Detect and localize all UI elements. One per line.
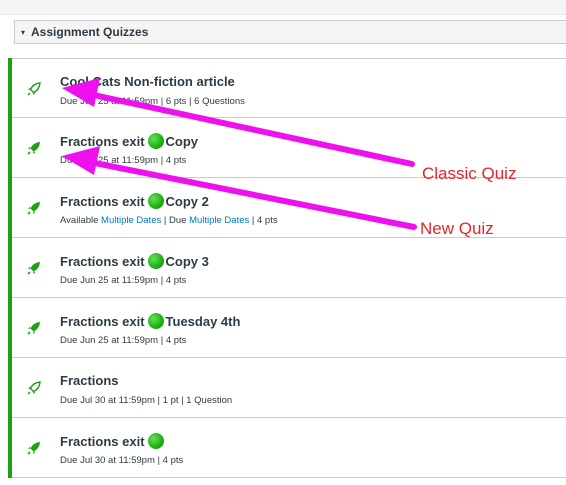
quiz-row[interactable]: Cool Cats Non-fiction article Due Jun 25 … — [12, 58, 566, 118]
green-circle-emoji-icon — [147, 193, 164, 209]
rocket-solid-icon — [26, 440, 42, 456]
rocket-solid-icon — [26, 260, 42, 276]
quiz-title-text: Fractions exit — [60, 193, 145, 209]
quiz-title-link[interactable]: Fractions exit Copy 3 — [60, 253, 209, 269]
quiz-meta-text: 4 pts — [165, 155, 187, 166]
quiz-title-link[interactable]: Fractions exit — [60, 433, 166, 449]
quiz-meta-text: Due Jul 30 at 11:59pm — [60, 455, 155, 466]
quiz-meta: Due Jun 25 at 11:59pm | 4 pts — [60, 335, 186, 346]
quiz-title-suffix: Copy 2 — [165, 193, 209, 209]
quiz-title-text: Fractions exit — [60, 133, 145, 149]
multiple-dates-link[interactable]: Multiple Dates — [101, 215, 161, 226]
collapse-toggle-icon[interactable]: ▾ — [21, 28, 25, 37]
quiz-meta-text: 6 Questions — [194, 96, 245, 107]
quiz-meta-text: Due Jul 30 at 11:59pm — [60, 395, 155, 406]
quiz-meta-text: | 4 pts — [249, 215, 278, 226]
quiz-row[interactable]: Fractions exit Tuesday 4th Due Jun 25 at 1… — [12, 298, 566, 358]
assignment-group-header[interactable]: ▾ Assignment Quizzes — [14, 20, 566, 44]
multiple-dates-link[interactable]: Multiple Dates — [189, 215, 249, 226]
quiz-meta-text: | — [158, 155, 166, 166]
rocket-solid-icon — [26, 200, 42, 216]
quiz-meta-text: Due Jun 25 at 11:59pm — [60, 96, 159, 107]
quiz-meta: Due Jul 30 at 11:59pm | 1 pt | 1 Questio… — [60, 395, 232, 406]
new-quiz-callout: New Quiz — [420, 219, 494, 238]
quiz-meta-text: | — [186, 96, 195, 107]
quiz-meta: Due Jun 25 at 11:59pm | 4 pts — [60, 155, 186, 166]
quiz-meta-text: | — [154, 455, 163, 466]
quiz-meta-text: 1 Question — [186, 395, 233, 406]
quiz-title-suffix: Copy 3 — [165, 253, 209, 269]
quiz-meta: Available Multiple Dates | Due Multiple … — [60, 215, 278, 226]
quiz-meta-text: 1 pt — [162, 395, 179, 406]
green-circle-emoji-icon — [147, 133, 164, 149]
quiz-title-text: Fractions — [60, 373, 119, 388]
quiz-title-text: Fractions exit — [60, 433, 145, 449]
quiz-meta-text: | — [158, 96, 166, 107]
quiz-meta-text: 4 pts — [165, 335, 187, 346]
quiz-meta-text: Due Jun 25 at 11:59pm — [60, 335, 159, 346]
quiz-row[interactable]: Fractions exit Due Jul 30 at 11:59pm | 4 … — [12, 418, 566, 478]
quiz-title-suffix: Copy — [165, 133, 199, 149]
quiz-meta-text: 4 pts — [165, 275, 187, 286]
quiz-title-text: Cool Cats Non-fiction article — [60, 74, 235, 89]
quiz-meta: Due Jun 25 at 11:59pm | 4 pts — [60, 275, 186, 286]
quiz-meta-text: Due Jun 25 at 11:59pm — [60, 275, 159, 286]
quiz-meta: Due Jun 25 at 11:59pm | 6 pts | 6 Questi… — [60, 96, 245, 107]
green-circle-emoji-icon — [147, 253, 164, 269]
top-toolbar-strip — [0, 0, 566, 15]
quiz-meta-text: 6 pts — [165, 96, 187, 107]
quiz-title-link[interactable]: Fractions exit Copy — [60, 133, 198, 149]
quiz-meta-text: 4 pts — [162, 455, 184, 466]
quiz-title-link[interactable]: Fractions — [60, 373, 119, 388]
rocket-solid-icon — [26, 140, 42, 156]
quiz-meta-text: | — [154, 395, 163, 406]
quiz-list: Cool Cats Non-fiction article Due Jun 25 … — [8, 58, 566, 478]
quiz-row[interactable]: Fractions Due Jul 30 at 11:59pm | 1 pt | … — [12, 358, 566, 418]
quiz-meta-text: Due Jun 25 at 11:59pm — [60, 155, 159, 166]
green-circle-emoji-icon — [147, 433, 164, 449]
rocket-solid-icon — [26, 320, 42, 336]
quiz-meta: Due Jul 30 at 11:59pm | 4 pts — [60, 455, 183, 466]
quiz-title-text: Fractions exit — [60, 253, 145, 269]
assignment-group-title: Assignment Quizzes — [31, 25, 149, 39]
rocket-outline-icon — [26, 380, 42, 396]
quiz-title-link[interactable]: Fractions exit Copy 2 — [60, 193, 209, 209]
classic-quiz-callout: Classic Quiz — [422, 164, 517, 183]
quiz-meta-text: | Due — [161, 215, 190, 226]
quiz-title-suffix: Tuesday 4th — [165, 313, 241, 329]
quiz-title-link[interactable]: Cool Cats Non-fiction article — [60, 74, 235, 89]
quiz-meta-text: | — [158, 335, 166, 346]
quiz-title-link[interactable]: Fractions exit Tuesday 4th — [60, 313, 240, 329]
quiz-row[interactable]: Fractions exit Copy 3 Due Jun 25 at 11:59p… — [12, 238, 566, 298]
rocket-outline-icon — [26, 81, 42, 97]
quiz-meta-text: Available — [60, 215, 102, 226]
quiz-meta-text: | — [158, 275, 166, 286]
quiz-title-text: Fractions exit — [60, 313, 145, 329]
green-circle-emoji-icon — [147, 313, 164, 329]
